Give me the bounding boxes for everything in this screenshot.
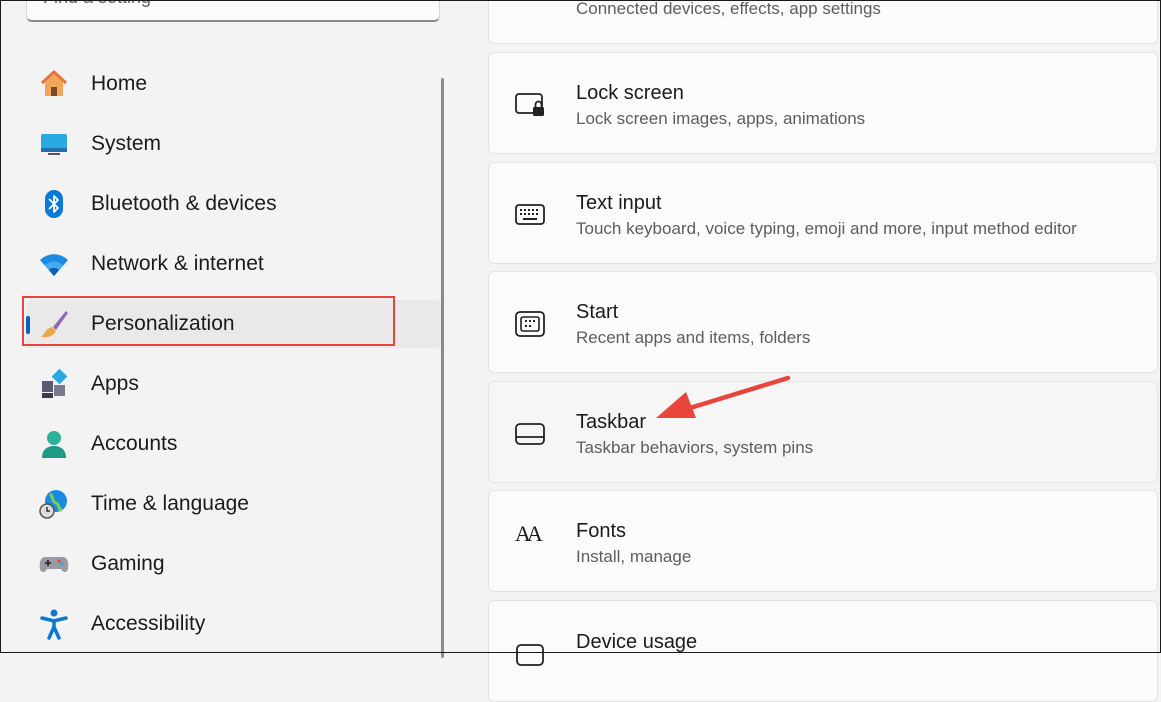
sidebar-item-label: Time & language xyxy=(91,492,249,515)
sidebar-item-label: Network & internet xyxy=(91,252,264,275)
sidebar-item-bluetooth[interactable]: Bluetooth & devices xyxy=(26,180,441,228)
bluetooth-icon xyxy=(45,190,63,218)
card-taskbar[interactable]: Taskbar Taskbar behaviors, system pins xyxy=(488,381,1158,483)
sidebar-item-label: System xyxy=(91,132,162,155)
keyboard-icon xyxy=(515,204,545,225)
sidebar-item-label: Accessibility xyxy=(91,612,206,635)
card-subtitle: Lock screen images, apps, animations xyxy=(576,109,866,128)
system-icon xyxy=(41,134,67,155)
card-start[interactable]: Start Recent apps and items, folders xyxy=(488,271,1158,373)
sidebar-item-label: Apps xyxy=(91,372,139,395)
card-title: Lock screen xyxy=(576,82,684,104)
sidebar-item-gaming[interactable]: Gaming xyxy=(26,540,441,588)
sidebar-item-label: Gaming xyxy=(91,552,165,575)
gamepad-icon xyxy=(39,557,69,572)
sidebar-item-label: Bluetooth & devices xyxy=(91,192,277,215)
search-icon xyxy=(407,0,425,5)
card-subtitle: Taskbar behaviors, system pins xyxy=(576,438,814,457)
taskbar-icon xyxy=(515,423,545,445)
sidebar-item-system[interactable]: System xyxy=(26,120,441,168)
search-placeholder: Find a setting xyxy=(43,0,151,8)
card-fonts[interactable]: AA Fonts Install, manage xyxy=(488,490,1158,592)
sidebar-item-apps[interactable]: Apps xyxy=(26,360,441,408)
devices-icon xyxy=(514,0,546,11)
annotation-highlight-box xyxy=(22,296,395,346)
sidebar-scrollbar[interactable] xyxy=(441,78,444,658)
annotation-arrow xyxy=(656,375,791,418)
sidebar-item-accounts[interactable]: Accounts xyxy=(26,420,441,468)
sidebar-item-network[interactable]: Network & internet xyxy=(26,240,441,288)
card-title: Fonts xyxy=(576,520,627,542)
wifi-icon xyxy=(40,254,68,276)
sidebar-item-label: Home xyxy=(91,72,148,95)
card-title: Taskbar xyxy=(576,411,647,433)
card-lock-screen[interactable]: Lock screen Lock screen images, apps, an… xyxy=(488,52,1158,154)
card-subtitle: Connected devices, effects, app settings xyxy=(576,0,881,18)
card-title: Start xyxy=(576,301,619,323)
apps-icon xyxy=(42,368,68,398)
lock-screen-icon xyxy=(515,93,544,116)
sidebar-item-time-language[interactable]: Time & language xyxy=(26,480,441,528)
card-devices[interactable]: Connected devices, effects, app settings xyxy=(488,0,1158,44)
accessibility-icon xyxy=(40,609,68,640)
card-title: Device usage xyxy=(576,631,698,653)
sidebar-item-label: Accounts xyxy=(91,432,178,455)
globe-clock-icon xyxy=(39,490,67,519)
card-device-usage[interactable]: Device usage xyxy=(488,600,1158,702)
card-text-input[interactable]: Text input Touch keyboard, voice typing,… xyxy=(488,162,1158,264)
device-usage-icon xyxy=(516,644,544,666)
card-subtitle: Recent apps and items, folders xyxy=(576,328,811,347)
card-subtitle: Install, manage xyxy=(576,547,692,566)
card-title: Text input xyxy=(576,192,662,214)
sidebar-item-home[interactable]: Home xyxy=(26,60,441,108)
sidebar-item-accessibility[interactable]: Accessibility xyxy=(26,600,441,648)
start-icon xyxy=(515,311,545,337)
account-icon xyxy=(42,431,66,458)
home-icon xyxy=(40,70,68,96)
fonts-icon: AA xyxy=(515,521,543,546)
search-box[interactable]: Find a setting xyxy=(26,0,440,22)
card-subtitle: Touch keyboard, voice typing, emoji and … xyxy=(576,219,1077,238)
sidebar: Home System Bluetooth & devices Network … xyxy=(0,54,445,654)
